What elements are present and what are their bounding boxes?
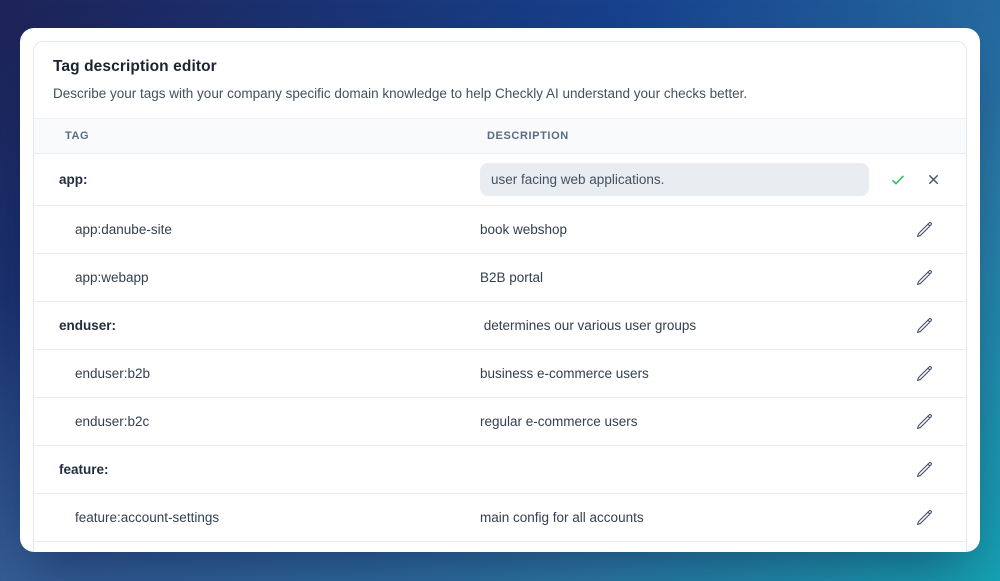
table-row: feature:	[34, 446, 966, 494]
close-icon	[928, 175, 938, 184]
description-text: book webshop	[480, 222, 568, 237]
pencil-icon	[916, 462, 932, 477]
row-actions	[869, 413, 966, 431]
description-text: determines our various user groups	[480, 318, 697, 333]
edit-button[interactable]	[915, 269, 933, 287]
edit-button[interactable]	[915, 365, 933, 383]
pencil-icon	[916, 510, 932, 525]
tag-table: TAG DESCRIPTION app: app:danube-site boo…	[34, 118, 966, 542]
tag-label: enduser:	[59, 318, 117, 333]
tag-label: enduser:b2b	[75, 366, 151, 381]
tag-table-body: app: app:danube-site book webshop app:we…	[34, 154, 966, 542]
tag-editor-panel: Tag description editor Describe your tag…	[33, 41, 967, 552]
column-header-description: DESCRIPTION	[487, 130, 569, 142]
tag-label: enduser:b2c	[75, 414, 150, 429]
table-header-row: TAG DESCRIPTION	[34, 118, 966, 154]
row-actions	[869, 221, 966, 239]
table-row: app:	[34, 154, 966, 206]
table-row: app:danube-site book webshop	[34, 206, 966, 254]
table-row: enduser:b2c regular e-commerce users	[34, 398, 966, 446]
description-cell	[480, 163, 869, 196]
description-cell: main config for all accounts	[480, 510, 869, 525]
edit-button[interactable]	[915, 221, 933, 239]
edit-button[interactable]	[915, 509, 933, 527]
page-title: Tag description editor	[53, 58, 217, 75]
pencil-icon	[916, 222, 932, 237]
tag-label: app:danube-site	[75, 222, 172, 237]
tag-editor-card: Tag description editor Describe your tag…	[20, 28, 980, 552]
edit-button[interactable]	[915, 461, 933, 479]
panel-header: Tag description editor Describe your tag…	[34, 58, 966, 101]
page-subtitle: Describe your tags with your company spe…	[53, 86, 748, 101]
row-actions	[869, 509, 966, 527]
column-header-tag: TAG	[65, 130, 90, 142]
pencil-icon	[916, 318, 932, 333]
tag-label: app:webapp	[75, 270, 149, 285]
confirm-button[interactable]	[889, 171, 907, 189]
description-cell: determines our various user groups	[480, 318, 869, 333]
description-text: business e-commerce users	[480, 366, 649, 381]
edit-button[interactable]	[915, 413, 933, 431]
description-cell: business e-commerce users	[480, 366, 869, 381]
pencil-icon	[916, 270, 932, 285]
description-cell: B2B portal	[480, 270, 869, 285]
description-text: regular e-commerce users	[480, 414, 638, 429]
table-row: app:webapp B2B portal	[34, 254, 966, 302]
description-cell: book webshop	[480, 222, 869, 237]
description-text: B2B portal	[480, 270, 544, 285]
pencil-icon	[916, 366, 932, 381]
row-actions	[869, 269, 966, 287]
edit-button[interactable]	[915, 317, 933, 335]
row-actions	[869, 171, 966, 189]
table-row: enduser:b2b business e-commerce users	[34, 350, 966, 398]
table-row: enduser: determines our various user gro…	[34, 302, 966, 350]
check-icon	[892, 175, 904, 184]
tag-label: feature:account-settings	[75, 510, 220, 525]
tag-label: app:	[59, 172, 88, 187]
row-actions	[869, 365, 966, 383]
cancel-button[interactable]	[924, 171, 942, 189]
row-actions	[869, 461, 966, 479]
description-text: main config for all accounts	[480, 510, 644, 525]
tag-label: feature:	[59, 462, 109, 477]
description-cell: regular e-commerce users	[480, 414, 869, 429]
description-input[interactable]	[480, 163, 869, 196]
pencil-icon	[916, 414, 932, 429]
row-actions	[869, 317, 966, 335]
table-row: feature:account-settings main config for…	[34, 494, 966, 542]
